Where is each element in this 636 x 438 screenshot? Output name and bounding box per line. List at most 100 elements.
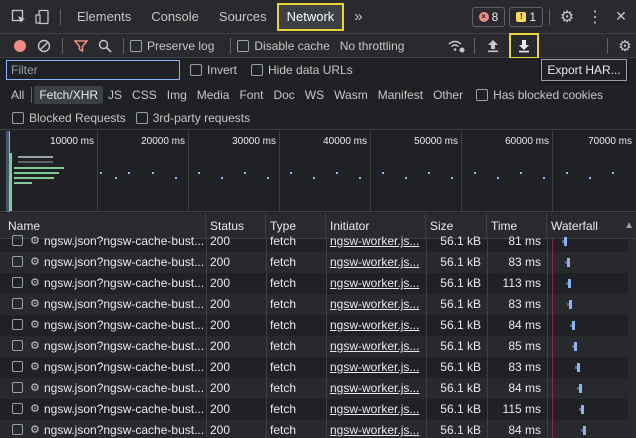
table-row[interactable]: ⚙ ngsw.json?ngsw-cache-bust... 200 fetch ngs… [0,420,636,438]
invert-checkbox[interactable]: Invert [190,63,237,77]
cell-type: fetch [270,360,297,374]
row-checkbox[interactable] [12,340,23,351]
waterfall-bar [566,279,571,288]
inspect-element-icon[interactable] [8,6,30,28]
clear-icon [37,39,51,52]
cell-initiator-link[interactable]: ngsw-worker.js... [326,252,426,273]
checkbox-box[interactable] [135,111,148,124]
hide-data-urls-checkbox[interactable]: Hide data URLs [251,63,353,77]
throttling-select[interactable]: No throttling [340,39,440,53]
row-checkbox[interactable] [12,361,23,372]
type-filter-ws[interactable]: WS [300,86,329,104]
error-count: 8 [491,9,499,24]
cell-name: ngsw.json?ngsw-cache-bust... [44,423,205,437]
checkbox-box[interactable] [476,89,489,101]
row-checkbox[interactable] [12,382,23,393]
cell-time: 84 ms [508,381,541,395]
network-conditions-button[interactable] [444,35,468,57]
type-filter-fetch-xhr[interactable]: Fetch/XHR [34,86,104,104]
close-icon[interactable]: ✕ [610,6,632,28]
blocked-requests-checkbox[interactable]: Blocked Requests [12,111,126,125]
third-party-checkbox[interactable]: 3rd-party requests [135,111,250,125]
type-filter-js[interactable]: JS [103,86,127,104]
table-row[interactable]: ⚙ ngsw.json?ngsw-cache-bust... 200 fetch ngs… [0,378,636,399]
gear-icon: ⚙ [30,235,40,247]
type-filter-other[interactable]: Other [428,86,468,104]
table-row[interactable]: ⚙ ngsw.json?ngsw-cache-bust... 200 fetch ngs… [0,294,636,315]
more-vertical-icon[interactable]: ⋮ [584,6,606,28]
error-badge[interactable]: × 8 [471,6,506,27]
network-settings-gear-icon[interactable]: ⚙ [614,35,636,57]
type-filter-img[interactable]: Img [162,86,192,104]
table-row[interactable]: ⚙ ngsw.json?ngsw-cache-bust... 200 fetch ngs… [0,336,636,357]
tab-elements[interactable]: Elements [67,0,141,34]
clear-button[interactable] [32,35,56,57]
type-filter-manifest[interactable]: Manifest [373,86,428,104]
network-toolbar: Preserve log Disable cache No throttling… [0,32,636,59]
cell-type: fetch [270,339,297,353]
cell-initiator-link[interactable]: ngsw-worker.js... [326,399,426,420]
row-checkbox[interactable] [12,235,23,246]
row-checkbox[interactable] [12,424,23,435]
table-row[interactable]: ⚙ ngsw.json?ngsw-cache-bust... 200 fetch ngs… [0,273,636,294]
cell-initiator-link[interactable]: ngsw-worker.js... [326,378,426,399]
cell-initiator-link[interactable]: ngsw-worker.js... [326,357,426,378]
type-filter-font[interactable]: Font [234,86,268,104]
checkbox-box[interactable] [237,39,250,52]
disable-cache-checkbox[interactable]: Disable cache [237,39,330,53]
cell-type: fetch [270,234,297,248]
table-row[interactable]: ⚙ ngsw.json?ngsw-cache-bust... 200 fetch ngs… [0,252,636,273]
checkbox-box[interactable] [190,64,202,76]
filter-toggle-button[interactable] [69,35,93,57]
warning-badge[interactable]: ! 1 [509,6,543,27]
cell-status: 200 [210,234,231,248]
table-row[interactable]: ⚙ ngsw.json?ngsw-cache-bust... 200 fetch ngs… [0,357,636,378]
row-checkbox[interactable] [12,277,23,288]
network-overview[interactable]: 10000 ms 20000 ms 30000 ms 40000 ms 5000… [0,131,636,212]
preserve-log-checkbox[interactable]: Preserve log [130,39,214,53]
device-toolbar-icon[interactable] [32,6,54,28]
table-row[interactable]: ⚙ ngsw.json?ngsw-cache-bust... 200 fetch ngs… [0,231,636,252]
table-row[interactable]: ⚙ ngsw.json?ngsw-cache-bust... 200 fetch ngs… [0,315,636,336]
cell-initiator-link[interactable]: ngsw-worker.js... [326,231,426,252]
export-har-button[interactable] [508,32,539,59]
cell-status: 200 [210,297,231,311]
type-filter-doc[interactable]: Doc [268,86,299,104]
waterfall-bar [567,300,572,309]
filter-input[interactable] [6,60,180,80]
table-row[interactable]: ⚙ ngsw.json?ngsw-cache-bust... 200 fetch ngs… [0,399,636,420]
checkbox-box[interactable] [130,39,142,52]
cell-initiator-link[interactable]: ngsw-worker.js... [326,273,426,294]
cell-initiator-link[interactable]: ngsw-worker.js... [326,336,426,357]
gear-icon[interactable]: ⚙ [556,6,578,28]
type-filter-wasm[interactable]: Wasm [329,86,373,104]
upload-icon [487,39,498,52]
checkbox-box[interactable] [251,64,264,76]
cell-name: ngsw.json?ngsw-cache-bust... [44,234,205,248]
cell-initiator-link[interactable]: ngsw-worker.js... [326,420,426,438]
column-divider [487,239,488,438]
search-button[interactable] [93,35,117,57]
type-filter-css[interactable]: CSS [127,86,162,104]
column-divider [426,239,427,438]
cell-initiator-link[interactable]: ngsw-worker.js... [326,294,426,315]
cell-status: 200 [210,318,231,332]
type-filter-media[interactable]: Media [192,86,235,104]
more-tabs-button[interactable]: » [344,0,372,34]
tab-sources[interactable]: Sources [209,0,277,34]
import-har-button[interactable] [481,35,505,57]
blocked-cookies-checkbox[interactable]: Has blocked cookies [476,88,603,102]
gear-icon: ⚙ [30,403,40,415]
row-checkbox[interactable] [12,298,23,309]
row-checkbox[interactable] [12,256,23,267]
cell-size: 56.1 kB [440,381,481,395]
record-button[interactable] [8,35,32,57]
cell-initiator-link[interactable]: ngsw-worker.js... [326,315,426,336]
row-checkbox[interactable] [12,319,23,330]
tab-network[interactable]: Network [276,2,345,31]
row-checkbox[interactable] [12,403,23,414]
tab-console[interactable]: Console [141,0,209,34]
type-filter-all[interactable]: All [6,86,29,104]
checkbox-box[interactable] [12,111,24,124]
table-scrollbar[interactable] [628,239,636,438]
